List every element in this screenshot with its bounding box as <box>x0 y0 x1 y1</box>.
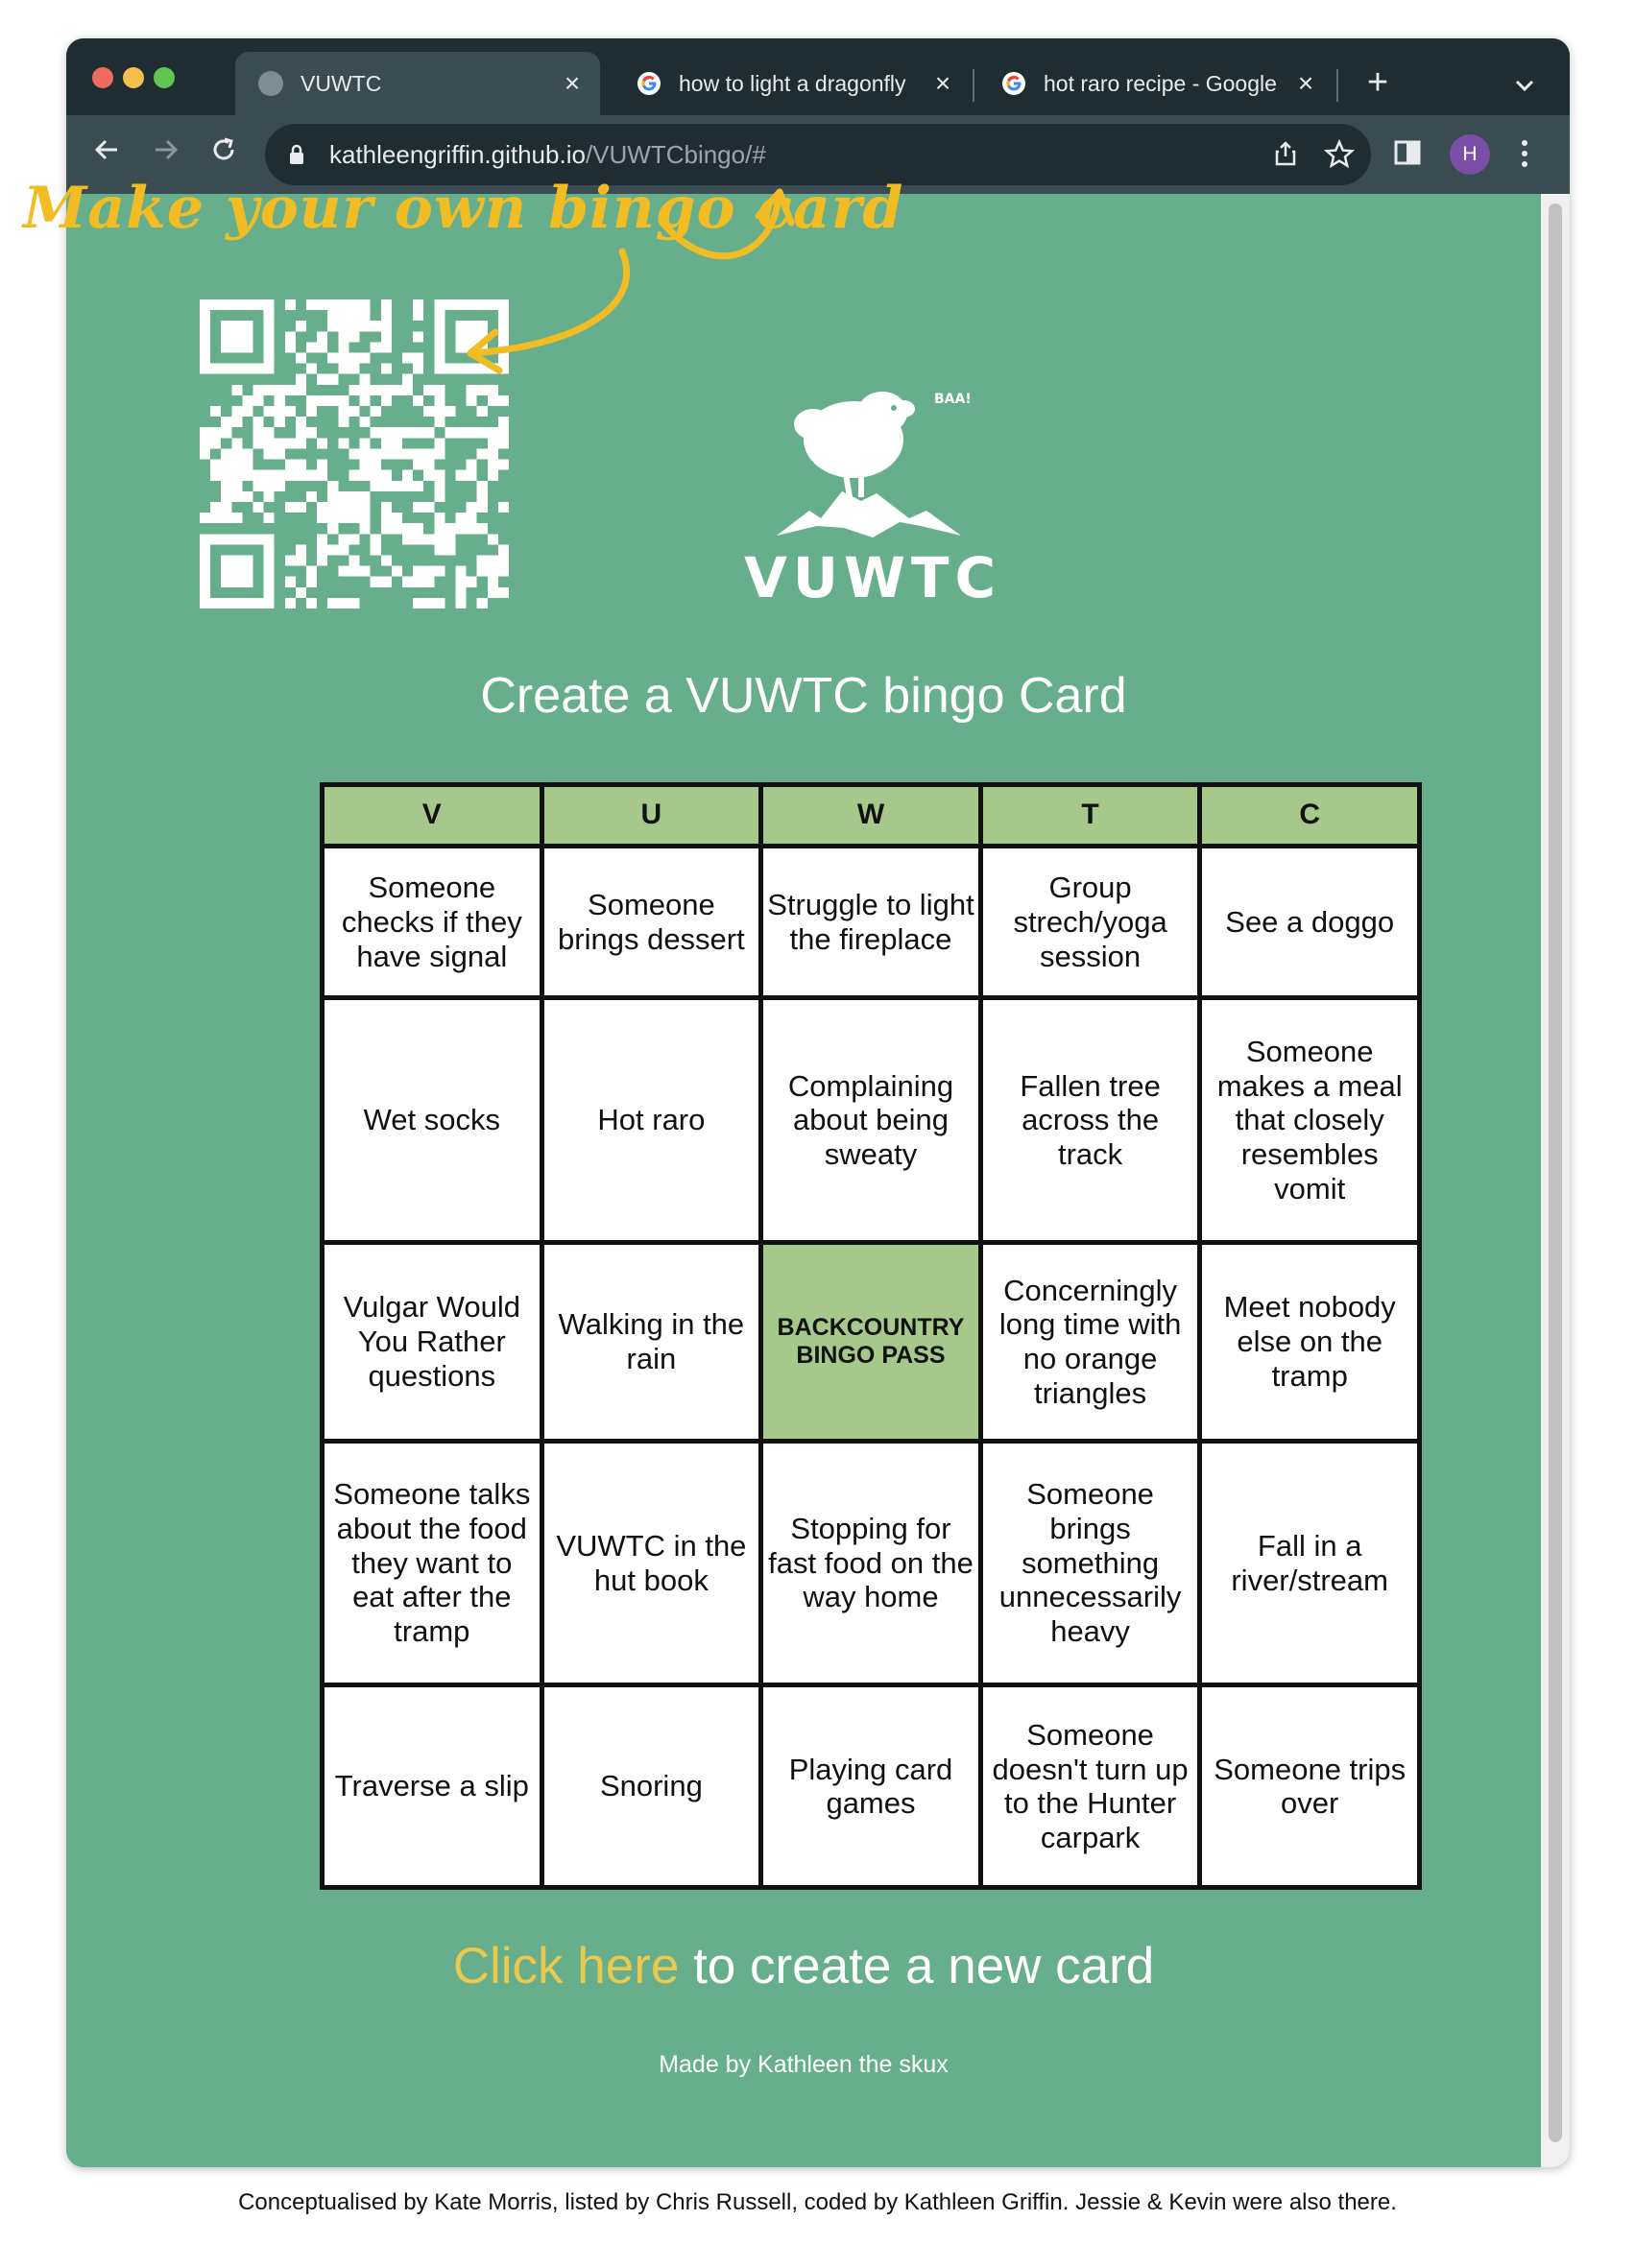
column-header: V <box>320 782 544 848</box>
lock-icon <box>290 144 303 164</box>
bingo-cell[interactable]: Someone makes a meal that closely resemb… <box>1197 995 1422 1246</box>
column-header: T <box>977 782 1203 848</box>
qr-code-image <box>200 299 509 609</box>
scrollbar-thumb[interactable] <box>1549 203 1562 2142</box>
bingo-cell[interactable]: Complaining about being sweaty <box>758 995 983 1246</box>
bingo-cell[interactable]: Group strech/yoga session <box>977 843 1203 1001</box>
logo-sound-text: BAA! <box>934 392 972 407</box>
close-icon[interactable]: × <box>928 68 957 99</box>
bingo-cell[interactable]: Vulgar Would You Rather questions <box>320 1240 544 1444</box>
reload-icon[interactable] <box>204 134 243 173</box>
bingo-cell[interactable]: Snoring <box>539 1683 764 1890</box>
bingo-cell[interactable]: Someone doesn't turn up to the Hunter ca… <box>977 1683 1203 1890</box>
bingo-cell[interactable]: See a doggo <box>1197 843 1422 1001</box>
zoom-window-button[interactable] <box>154 67 175 88</box>
bingo-cell[interactable]: Someone talks about the food they want t… <box>320 1438 544 1688</box>
bingo-cell[interactable]: Someone brings something unnecessarily h… <box>977 1438 1203 1688</box>
tab-divider <box>973 69 974 102</box>
bingo-cell[interactable]: Playing card games <box>758 1683 983 1890</box>
bingo-cell[interactable]: Wet socks <box>320 995 544 1246</box>
bingo-cell[interactable]: Fallen tree across the track <box>977 995 1203 1246</box>
cta-text: to create a new card <box>679 1938 1155 1994</box>
tab-title: how to light a dragonfly <box>679 70 906 96</box>
bingo-cell[interactable]: Someone trips over <box>1197 1683 1422 1890</box>
bingo-row: Someone talks about the food they want t… <box>320 1438 1422 1688</box>
column-header: U <box>539 782 764 848</box>
google-icon <box>637 72 661 95</box>
bingo-cell[interactable]: Struggle to light the fireplace <box>758 843 983 1001</box>
bingo-cell[interactable]: Someone brings dessert <box>539 843 764 1001</box>
tab-title: hot raro recipe - Google <box>1044 70 1277 96</box>
avatar[interactable]: H <box>1450 134 1490 175</box>
chevron-down-icon[interactable] <box>1505 63 1544 102</box>
globe-icon <box>258 71 283 96</box>
bingo-cell[interactable]: Stopping for fast food on the way home <box>758 1438 983 1688</box>
column-header: C <box>1197 782 1422 848</box>
bingo-row: Traverse a slip Snoring Playing card gam… <box>320 1683 1422 1890</box>
star-icon[interactable] <box>1324 139 1355 170</box>
create-card-cta: Click here to create a new card <box>66 1937 1541 1995</box>
google-icon <box>1002 72 1025 95</box>
url-host: kathleengriffin.github.io <box>329 140 586 169</box>
plus-icon[interactable]: + <box>1358 63 1397 102</box>
close-icon[interactable]: × <box>1291 68 1320 99</box>
bingo-card: V U W T C Someone checks if they have si… <box>320 782 1422 1890</box>
tab-title: VUWTC <box>301 70 382 96</box>
create-card-link[interactable]: Click here <box>453 1938 680 1994</box>
bingo-cell[interactable]: Hot raro <box>539 995 764 1246</box>
image-caption: Conceptualised by Kate Morris, listed by… <box>238 2189 1397 2215</box>
bingo-row: Vulgar Would You Rather questions Walkin… <box>320 1240 1422 1444</box>
bingo-cell[interactable]: VUWTC in the hut book <box>539 1438 764 1688</box>
url-path: /VUWTCbingo/# <box>585 140 766 169</box>
kebab-menu-icon[interactable] <box>1519 136 1530 171</box>
minimize-window-button[interactable] <box>123 67 144 88</box>
free-space-cell[interactable]: BACKCOUNTRY BINGO PASS <box>758 1240 983 1444</box>
browser-window: VUWTC × how to light a dragonfly × hot r… <box>66 38 1570 2167</box>
bingo-row: Wet socks Hot raro Complaining about bei… <box>320 995 1422 1246</box>
tab-dragonfly[interactable]: how to light a dragonfly × <box>613 52 971 115</box>
annotation-text: Make your own bingo card <box>23 175 904 242</box>
side-panel-icon[interactable] <box>1393 138 1422 167</box>
bingo-cell[interactable]: Walking in the rain <box>539 1240 764 1444</box>
footer-credit: Made by Kathleen the skux <box>659 2051 949 2078</box>
bingo-header-row: V U W T C <box>320 782 1422 848</box>
url-text[interactable]: kathleengriffin.github.io/VUWTCbingo/# <box>329 140 766 170</box>
bingo-cell[interactable]: Concerningly long time with no orange tr… <box>977 1240 1203 1444</box>
share-icon[interactable] <box>1271 139 1300 168</box>
tab-vuwtc[interactable]: VUWTC × <box>235 52 600 115</box>
close-window-button[interactable] <box>92 67 113 88</box>
bingo-cell[interactable]: Fall in a river/stream <box>1197 1438 1422 1688</box>
bingo-cell[interactable]: Meet nobody else on the tramp <box>1197 1240 1422 1444</box>
bingo-cell[interactable]: Traverse a slip <box>320 1683 544 1890</box>
arrow-right-icon[interactable] <box>147 134 185 173</box>
close-icon[interactable]: × <box>558 68 587 99</box>
bingo-row: Someone checks if they have signal Someo… <box>320 843 1422 1001</box>
logo-text: VUWTC <box>744 545 1001 610</box>
scrollbar[interactable] <box>1541 194 1570 2167</box>
arrow-left-icon[interactable] <box>87 134 126 173</box>
bingo-cell[interactable]: Someone checks if they have signal <box>320 843 544 1001</box>
tab-strip: VUWTC × how to light a dragonfly × hot r… <box>66 38 1570 115</box>
page-title: Create a VUWTC bingo Card <box>480 668 1127 724</box>
tab-raro-recipe[interactable]: hot raro recipe - Google × <box>978 52 1334 115</box>
column-header: W <box>758 782 983 848</box>
vuwtc-logo: BAA! VUWTC <box>744 392 1001 610</box>
tab-divider <box>1336 69 1338 102</box>
